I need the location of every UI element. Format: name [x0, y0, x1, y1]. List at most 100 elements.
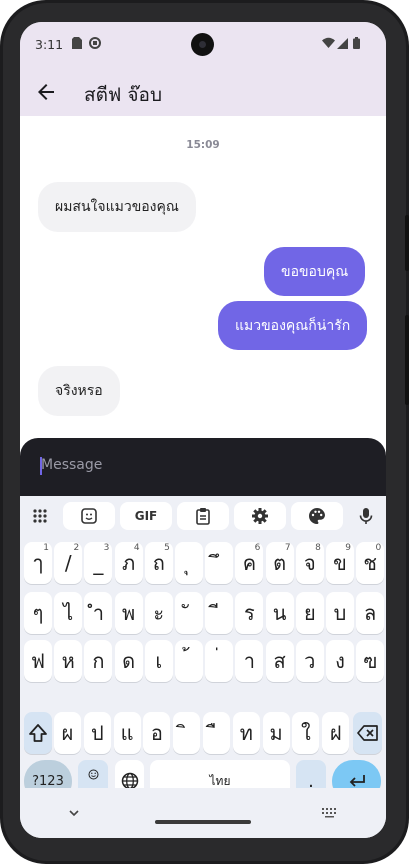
- enter-arrow-icon: [349, 775, 365, 787]
- status-time: 3:11: [35, 37, 64, 52]
- sticker-icon[interactable]: [63, 502, 115, 530]
- key[interactable]: น: [265, 592, 294, 634]
- settings-icon[interactable]: [234, 502, 286, 530]
- key-label: พ: [122, 601, 136, 625]
- key-label: า: [243, 649, 255, 673]
- key-number-hint: 3: [103, 543, 110, 553]
- screen: 3:11 สตีฟ จ๊อบ 15:09 ผมสนใจแมวของคุณ ขอข…: [20, 22, 386, 838]
- key[interactable]: ิ: [173, 712, 201, 754]
- gif-button[interactable]: GIF: [120, 502, 172, 530]
- key-number-hint: 4: [133, 543, 140, 553]
- key[interactable]: ว: [295, 640, 324, 682]
- key[interactable]: ไ: [54, 592, 83, 634]
- palette-icon[interactable]: [291, 502, 343, 530]
- key-label: ๆ: [32, 601, 44, 625]
- key-label: ด: [122, 649, 136, 673]
- key-number-hint: 5: [164, 543, 170, 553]
- key[interactable]: ล: [356, 592, 385, 634]
- key[interactable]: ร: [235, 592, 264, 634]
- keyboard: GIF ๅ1/2_3ภ4ถ5ุึค6ต7จ8ข9ช0 ๆไำพะัีรนยบล …: [20, 496, 386, 838]
- key-number-hint: 0: [375, 543, 382, 553]
- key[interactable]: ้: [175, 640, 203, 682]
- hide-keyboard-chevron-icon[interactable]: [68, 809, 80, 817]
- key[interactable]: ฝ: [322, 712, 350, 754]
- key-label: ๅ: [33, 551, 43, 575]
- shift-key[interactable]: [24, 712, 52, 754]
- key[interactable]: _ 3: [84, 542, 113, 584]
- home-handle[interactable]: [155, 820, 251, 824]
- message-input[interactable]: Message: [41, 457, 102, 473]
- key-label: ร: [244, 601, 255, 625]
- key[interactable]: ำ: [84, 592, 113, 634]
- key[interactable]: ั: [175, 592, 203, 634]
- key-number-hint: 6: [254, 543, 261, 553]
- key[interactable]: ใ: [292, 712, 320, 754]
- backspace-key[interactable]: [353, 712, 382, 754]
- key-label: เ: [155, 649, 163, 673]
- clipboard-icon[interactable]: [177, 502, 229, 530]
- message-bubble-outgoing[interactable]: แมวของคุณก็น่ารัก: [218, 301, 368, 350]
- key[interactable]: ฟ: [24, 640, 52, 682]
- key[interactable]: ึ: [205, 542, 234, 584]
- app-bar: สตีฟ จ๊อบ: [20, 68, 386, 116]
- key-label: ะ: [153, 601, 165, 625]
- message-bubble-incoming[interactable]: จริงหรอ: [38, 366, 120, 416]
- key[interactable]: ๅ1: [24, 542, 52, 584]
- wifi-icon: [322, 37, 335, 48]
- key-label: ผ: [61, 721, 74, 745]
- key[interactable]: ฃ: [356, 640, 385, 682]
- key[interactable]: ท: [232, 712, 260, 754]
- key[interactable]: ภ4: [114, 542, 143, 584]
- key[interactable]: ข9: [326, 542, 354, 584]
- key[interactable]: พ: [114, 592, 143, 634]
- key-label: อ: [150, 721, 163, 745]
- key-label: ฝ: [329, 721, 342, 745]
- key[interactable]: า: [235, 640, 264, 682]
- key-number-hint: 8: [315, 543, 321, 553]
- key-number-hint: 7: [284, 543, 291, 553]
- message-timestamp: 15:09: [186, 139, 220, 151]
- key-label: ป: [90, 721, 104, 745]
- key[interactable]: อ: [143, 712, 171, 754]
- key[interactable]: ป: [83, 712, 111, 754]
- key[interactable]: เ: [144, 640, 173, 682]
- compose-bar[interactable]: Message: [20, 438, 386, 496]
- back-arrow-icon[interactable]: [34, 80, 58, 104]
- key-number-hint: 9: [345, 543, 351, 553]
- mic-icon[interactable]: [352, 502, 380, 530]
- key[interactable]: ุ: [175, 542, 203, 584]
- key[interactable]: ก: [84, 640, 113, 682]
- key[interactable]: ช0: [356, 542, 385, 584]
- status-bar: 3:11: [20, 22, 386, 68]
- key-label: _: [93, 551, 104, 575]
- apps-icon[interactable]: [26, 502, 54, 530]
- key[interactable]: ต7: [265, 542, 294, 584]
- key-number-hint: 2: [73, 543, 80, 553]
- key[interactable]: ี: [205, 592, 234, 634]
- key[interactable]: ะ: [144, 592, 173, 634]
- key[interactable]: บ: [326, 592, 354, 634]
- key[interactable]: ๆ: [24, 592, 52, 634]
- key[interactable]: ง: [326, 640, 354, 682]
- key[interactable]: ผ: [54, 712, 81, 754]
- key[interactable]: ื: [203, 712, 230, 754]
- key-label: น: [272, 601, 287, 625]
- key[interactable]: ด: [114, 640, 143, 682]
- key[interactable]: จ8: [295, 542, 324, 584]
- message-bubble-incoming[interactable]: ผมสนใจแมวของคุณ: [38, 182, 196, 232]
- key[interactable]: แ: [113, 712, 141, 754]
- keyboard-switcher-icon[interactable]: [322, 808, 337, 818]
- key[interactable]: ห: [54, 640, 83, 682]
- navigation-bar: [20, 788, 386, 838]
- message-bubble-outgoing[interactable]: ขอขอบคุณ: [264, 247, 366, 296]
- key[interactable]: ส: [265, 640, 294, 682]
- key[interactable]: ม: [262, 712, 290, 754]
- key[interactable]: ถ5: [144, 542, 173, 584]
- key[interactable]: ย: [295, 592, 324, 634]
- key[interactable]: ค6: [235, 542, 264, 584]
- key[interactable]: /2: [54, 542, 83, 584]
- key[interactable]: ่: [205, 640, 234, 682]
- key-label: แ: [120, 721, 134, 745]
- volume-button: [405, 215, 409, 271]
- key-label: ก: [92, 649, 105, 673]
